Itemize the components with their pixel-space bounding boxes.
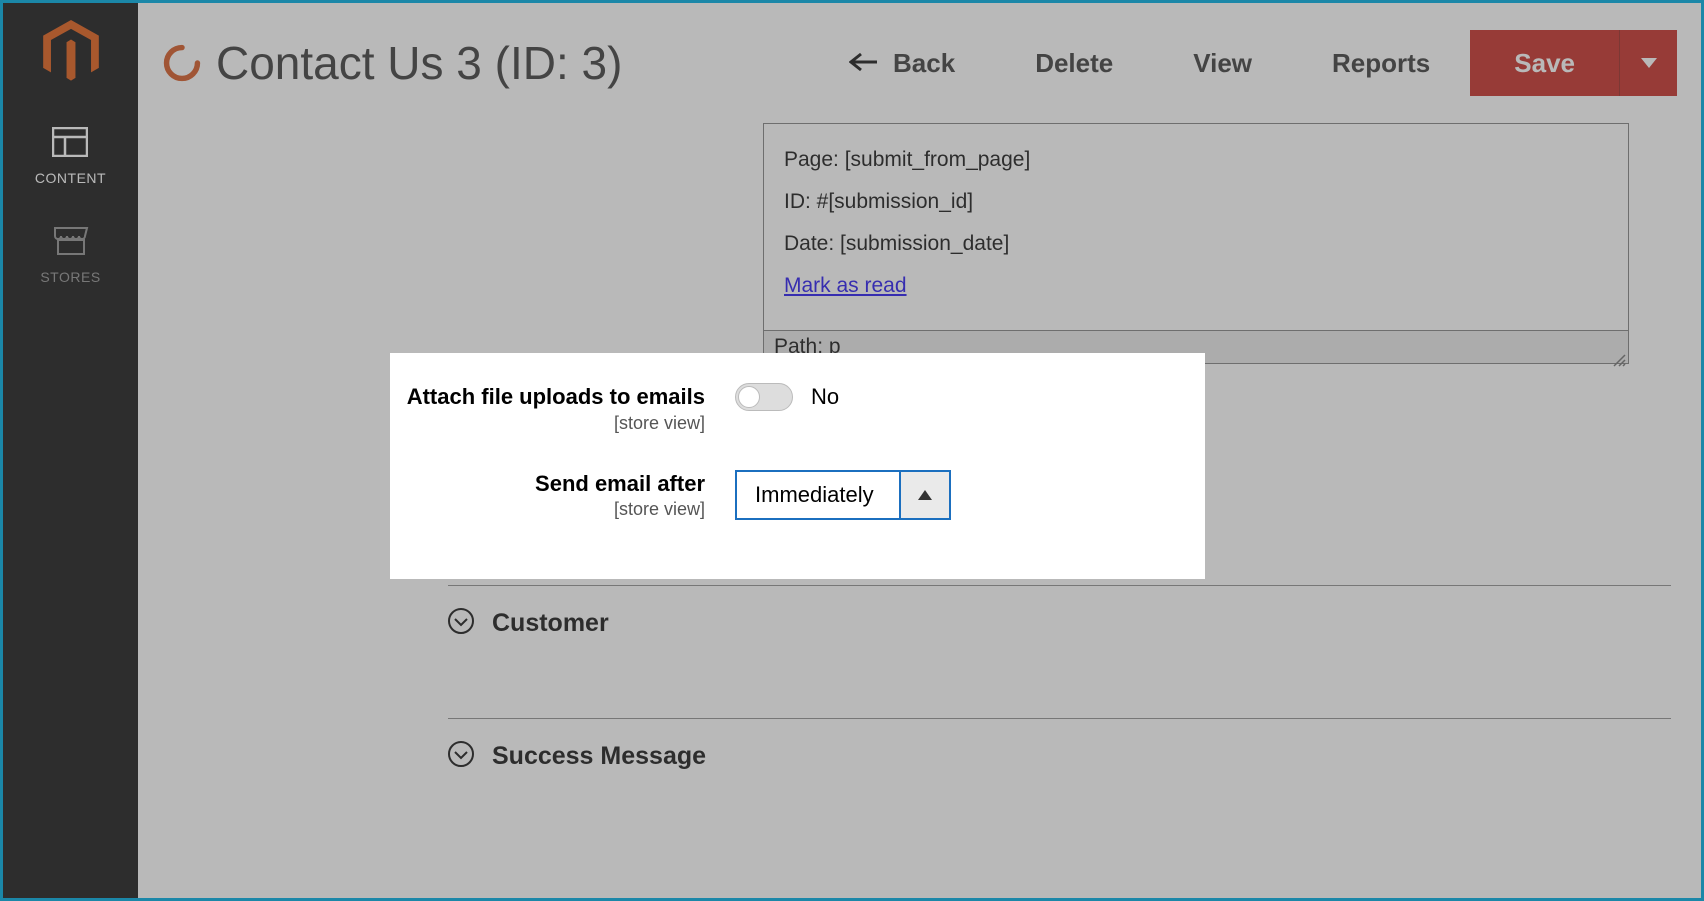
- field-label: Attach file uploads to emails: [390, 383, 705, 411]
- stores-icon: [53, 226, 89, 259]
- field-scope: [store view]: [390, 413, 705, 434]
- admin-sidebar: CONTENT STORES: [3, 3, 138, 898]
- triangle-up-icon: [899, 472, 949, 518]
- sidebar-item-label: STORES: [40, 269, 100, 285]
- email-settings-highlight: Attach file uploads to emails [store vie…: [390, 353, 1205, 579]
- send-after-select[interactable]: Immediately: [735, 470, 951, 520]
- page-header: Contact Us 3 (ID: 3) Back Delete View Re…: [138, 3, 1701, 123]
- content-icon: [52, 127, 88, 160]
- resize-handle-icon[interactable]: [1612, 349, 1626, 363]
- select-value: Immediately: [737, 472, 899, 518]
- section-title: Success Message: [492, 742, 706, 771]
- field-send-email-after: Send email after [store view] Immediatel…: [390, 470, 1205, 521]
- reports-button[interactable]: Reports: [1292, 48, 1470, 79]
- delete-button[interactable]: Delete: [995, 48, 1153, 79]
- view-button[interactable]: View: [1153, 48, 1292, 79]
- field-label: Send email after: [390, 470, 705, 498]
- save-dropdown-button[interactable]: [1619, 30, 1677, 96]
- magento-logo: [41, 17, 101, 87]
- toggle-value: No: [811, 384, 839, 410]
- sidebar-item-stores[interactable]: STORES: [40, 226, 100, 285]
- triangle-down-icon: [1641, 56, 1657, 71]
- editor-line: Page: [submit_from_page]: [784, 148, 1608, 172]
- editor-body[interactable]: Page: [submit_from_page] ID: #[submissio…: [764, 124, 1628, 330]
- field-attach-uploads: Attach file uploads to emails [store vie…: [390, 383, 1205, 434]
- section-title: Customer: [492, 609, 609, 638]
- back-button[interactable]: Back: [809, 48, 995, 79]
- arrow-left-icon: [849, 48, 879, 79]
- mark-as-read-link[interactable]: Mark as read: [784, 274, 907, 297]
- attach-uploads-toggle[interactable]: [735, 383, 793, 411]
- editor-line: ID: #[submission_id]: [784, 190, 1608, 214]
- spinner-icon: [162, 43, 202, 83]
- page-title: Contact Us 3 (ID: 3): [216, 36, 622, 90]
- section-customer[interactable]: Customer: [448, 585, 1671, 661]
- chevron-down-icon: [448, 608, 474, 639]
- sidebar-item-label: CONTENT: [35, 170, 106, 186]
- field-scope: [store view]: [390, 499, 705, 520]
- editor-line: Date: [submission_date]: [784, 232, 1608, 256]
- sidebar-item-content[interactable]: CONTENT: [35, 127, 106, 186]
- section-success-message[interactable]: Success Message: [448, 718, 1671, 794]
- save-button[interactable]: Save: [1470, 30, 1619, 96]
- chevron-down-icon: [448, 741, 474, 772]
- wysiwyg-editor[interactable]: Page: [submit_from_page] ID: #[submissio…: [763, 123, 1629, 364]
